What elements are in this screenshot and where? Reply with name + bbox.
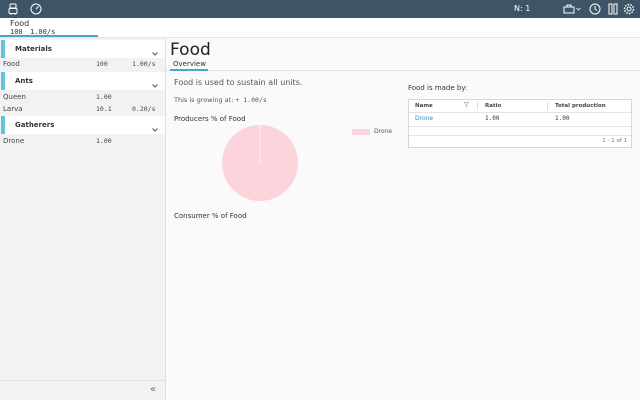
item-name: Drone: [3, 137, 25, 145]
group-header-gatherers[interactable]: Gatherers: [1, 116, 165, 134]
column-header-total-production[interactable]: Total production: [555, 100, 606, 112]
item-quantity: 100: [96, 60, 108, 68]
top-toolbar: N: 1: [0, 0, 640, 18]
active-tab-indicator: [170, 69, 208, 71]
tab-bar: Overview: [166, 58, 640, 71]
column-header-name[interactable]: Name: [415, 100, 433, 112]
gear-icon[interactable]: [622, 0, 636, 18]
made-by-title: Food is made by:: [408, 84, 468, 92]
item-quantity: 10.1: [96, 105, 112, 113]
sidebar-item-drone[interactable]: Drone 1.00: [0, 135, 165, 147]
header-separator: [409, 112, 631, 113]
consumers-chart-title: Consumer % of Food: [174, 212, 247, 220]
group-title: Ants: [15, 77, 33, 85]
item-quantity: 1.00: [96, 137, 112, 145]
legend-swatch-drone[interactable]: [352, 128, 370, 135]
page-title: Food: [170, 40, 211, 60]
item-quantity: 1.00: [96, 93, 112, 101]
legend-label-drone: Drone: [374, 128, 393, 135]
history-icon[interactable]: [588, 0, 602, 18]
item-name: Larva: [3, 105, 23, 113]
item-name: Queen: [3, 93, 26, 101]
column-divider: [547, 102, 548, 110]
sidebar-item-food[interactable]: Food 100 1.00/s: [0, 58, 165, 70]
footer-separator: [409, 135, 631, 136]
resource-description: Food is used to sustain all units.: [174, 78, 303, 87]
producers-chart-title: Producers % of Food: [174, 115, 246, 123]
unit-counter: N: 1: [514, 4, 531, 13]
robot-app-icon[interactable]: [6, 0, 20, 18]
sidebar-item-queen[interactable]: Queen 1.00: [0, 91, 165, 103]
row-separator: [409, 126, 631, 127]
column-header-ratio[interactable]: Ratio: [485, 100, 501, 112]
sidebar-footer: «: [0, 380, 165, 400]
growth-rate: This is growing at: + 1.00/s: [174, 96, 267, 104]
growth-label: This is growing at:: [174, 96, 234, 104]
main-content: Food Overview Food is used to sustain al…: [166, 38, 640, 400]
item-rate: 1.00/s: [132, 60, 156, 68]
pagination-info: 1 - 1 of 1: [602, 138, 627, 144]
toolbox-icon[interactable]: [562, 0, 576, 18]
tab-overview[interactable]: Overview: [172, 60, 207, 68]
collapse-sidebar-button[interactable]: «: [150, 384, 156, 395]
pause-icon[interactable]: [606, 0, 620, 18]
group-header-ants[interactable]: Ants: [1, 72, 165, 90]
filter-icon[interactable]: [463, 100, 470, 112]
made-by-table: Name Ratio Total production Drone 1.00 1…: [408, 99, 632, 148]
item-rate: 0.20/s: [132, 105, 156, 113]
resource-name[interactable]: Food: [10, 19, 29, 28]
resource-strip: Food 100 1.00/s: [0, 18, 640, 38]
speedometer-icon[interactable]: [29, 0, 43, 18]
sidebar: Materials Food 100 1.00/s Ants Queen 1.0…: [0, 38, 166, 400]
row-name-link[interactable]: Drone: [415, 113, 433, 125]
chart-legend: Drone: [352, 128, 392, 135]
item-name: Food: [3, 60, 20, 68]
row-ratio: 1.00: [485, 115, 500, 122]
group-title: Materials: [15, 45, 52, 53]
growth-value: + 1.00/s: [235, 96, 267, 104]
chevron-down-icon[interactable]: [575, 0, 581, 18]
sidebar-item-larva[interactable]: Larva 10.1 0.20/s: [0, 103, 165, 115]
group-header-materials[interactable]: Materials: [1, 40, 165, 58]
row-total: 1.00: [555, 115, 570, 122]
resource-active-indicator: [0, 35, 98, 37]
group-title: Gatherers: [15, 121, 55, 129]
producers-pie-chart: [222, 125, 298, 201]
column-divider: [477, 102, 478, 110]
